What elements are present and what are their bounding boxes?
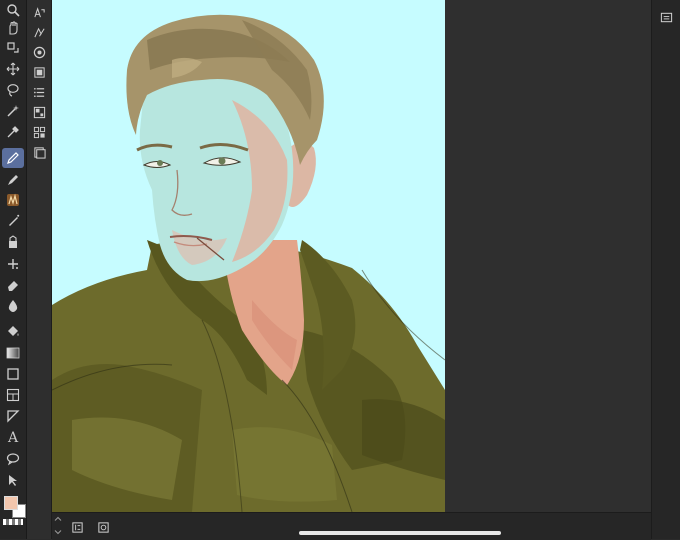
magnifier-icon[interactable] — [2, 0, 24, 20]
main-color-swatch[interactable] — [4, 496, 18, 510]
layer-list-icon[interactable] — [31, 84, 47, 100]
magic-wand-icon[interactable] — [2, 101, 24, 121]
eyedropper-icon[interactable] — [2, 122, 24, 142]
square-shape-icon[interactable] — [2, 364, 24, 384]
material-icon[interactable] — [31, 104, 47, 120]
gradient-icon[interactable] — [2, 343, 24, 363]
speech-balloon-icon[interactable] — [2, 449, 24, 469]
pencil-icon[interactable] — [2, 170, 24, 190]
eraser-icon[interactable] — [2, 275, 24, 295]
frame-icon[interactable] — [2, 385, 24, 405]
left-toolbar: A — [0, 0, 27, 539]
hand-icon[interactable] — [2, 18, 24, 38]
airbrush-icon[interactable] — [2, 211, 24, 231]
move-icon[interactable] — [2, 59, 24, 79]
blend-icon[interactable] — [2, 296, 24, 316]
pen-icon[interactable] — [2, 148, 24, 168]
folder-icon[interactable] — [658, 9, 674, 25]
correct-line-icon[interactable] — [2, 470, 24, 490]
grid-panel-icon[interactable] — [31, 124, 47, 140]
subtool-strip — [27, 0, 52, 539]
layer-property-icon[interactable] — [31, 4, 47, 20]
text-icon[interactable]: A — [2, 428, 24, 448]
sparkle-icon[interactable] — [2, 254, 24, 274]
color-slider-icon[interactable] — [31, 64, 47, 80]
history-icon[interactable] — [31, 144, 47, 160]
color-wheel-icon[interactable] — [31, 44, 47, 60]
ruler-triangle-icon[interactable] — [2, 406, 24, 426]
decoration-icon[interactable] — [2, 232, 24, 252]
transparent-color-swatch[interactable] — [3, 519, 23, 525]
brush-icon[interactable] — [2, 190, 24, 210]
brush-size-icon[interactable] — [31, 24, 47, 40]
rotate-icon[interactable] — [2, 38, 24, 58]
chevron-up-icon[interactable] — [54, 515, 62, 521]
fill-bucket-icon[interactable] — [2, 322, 24, 342]
workspace-background — [445, 0, 651, 512]
right-toolbar — [651, 0, 680, 539]
bottom-bar — [52, 512, 651, 540]
navigator-icon[interactable] — [95, 519, 111, 535]
color-swatches[interactable] — [2, 494, 26, 518]
chevron-down-icon[interactable] — [54, 529, 62, 535]
home-indicator[interactable] — [299, 531, 501, 535]
layer-panel-icon[interactable] — [69, 519, 85, 535]
drawing-canvas[interactable] — [52, 0, 445, 512]
portrait-illustration — [52, 14, 445, 512]
lasso-icon[interactable] — [2, 80, 24, 100]
